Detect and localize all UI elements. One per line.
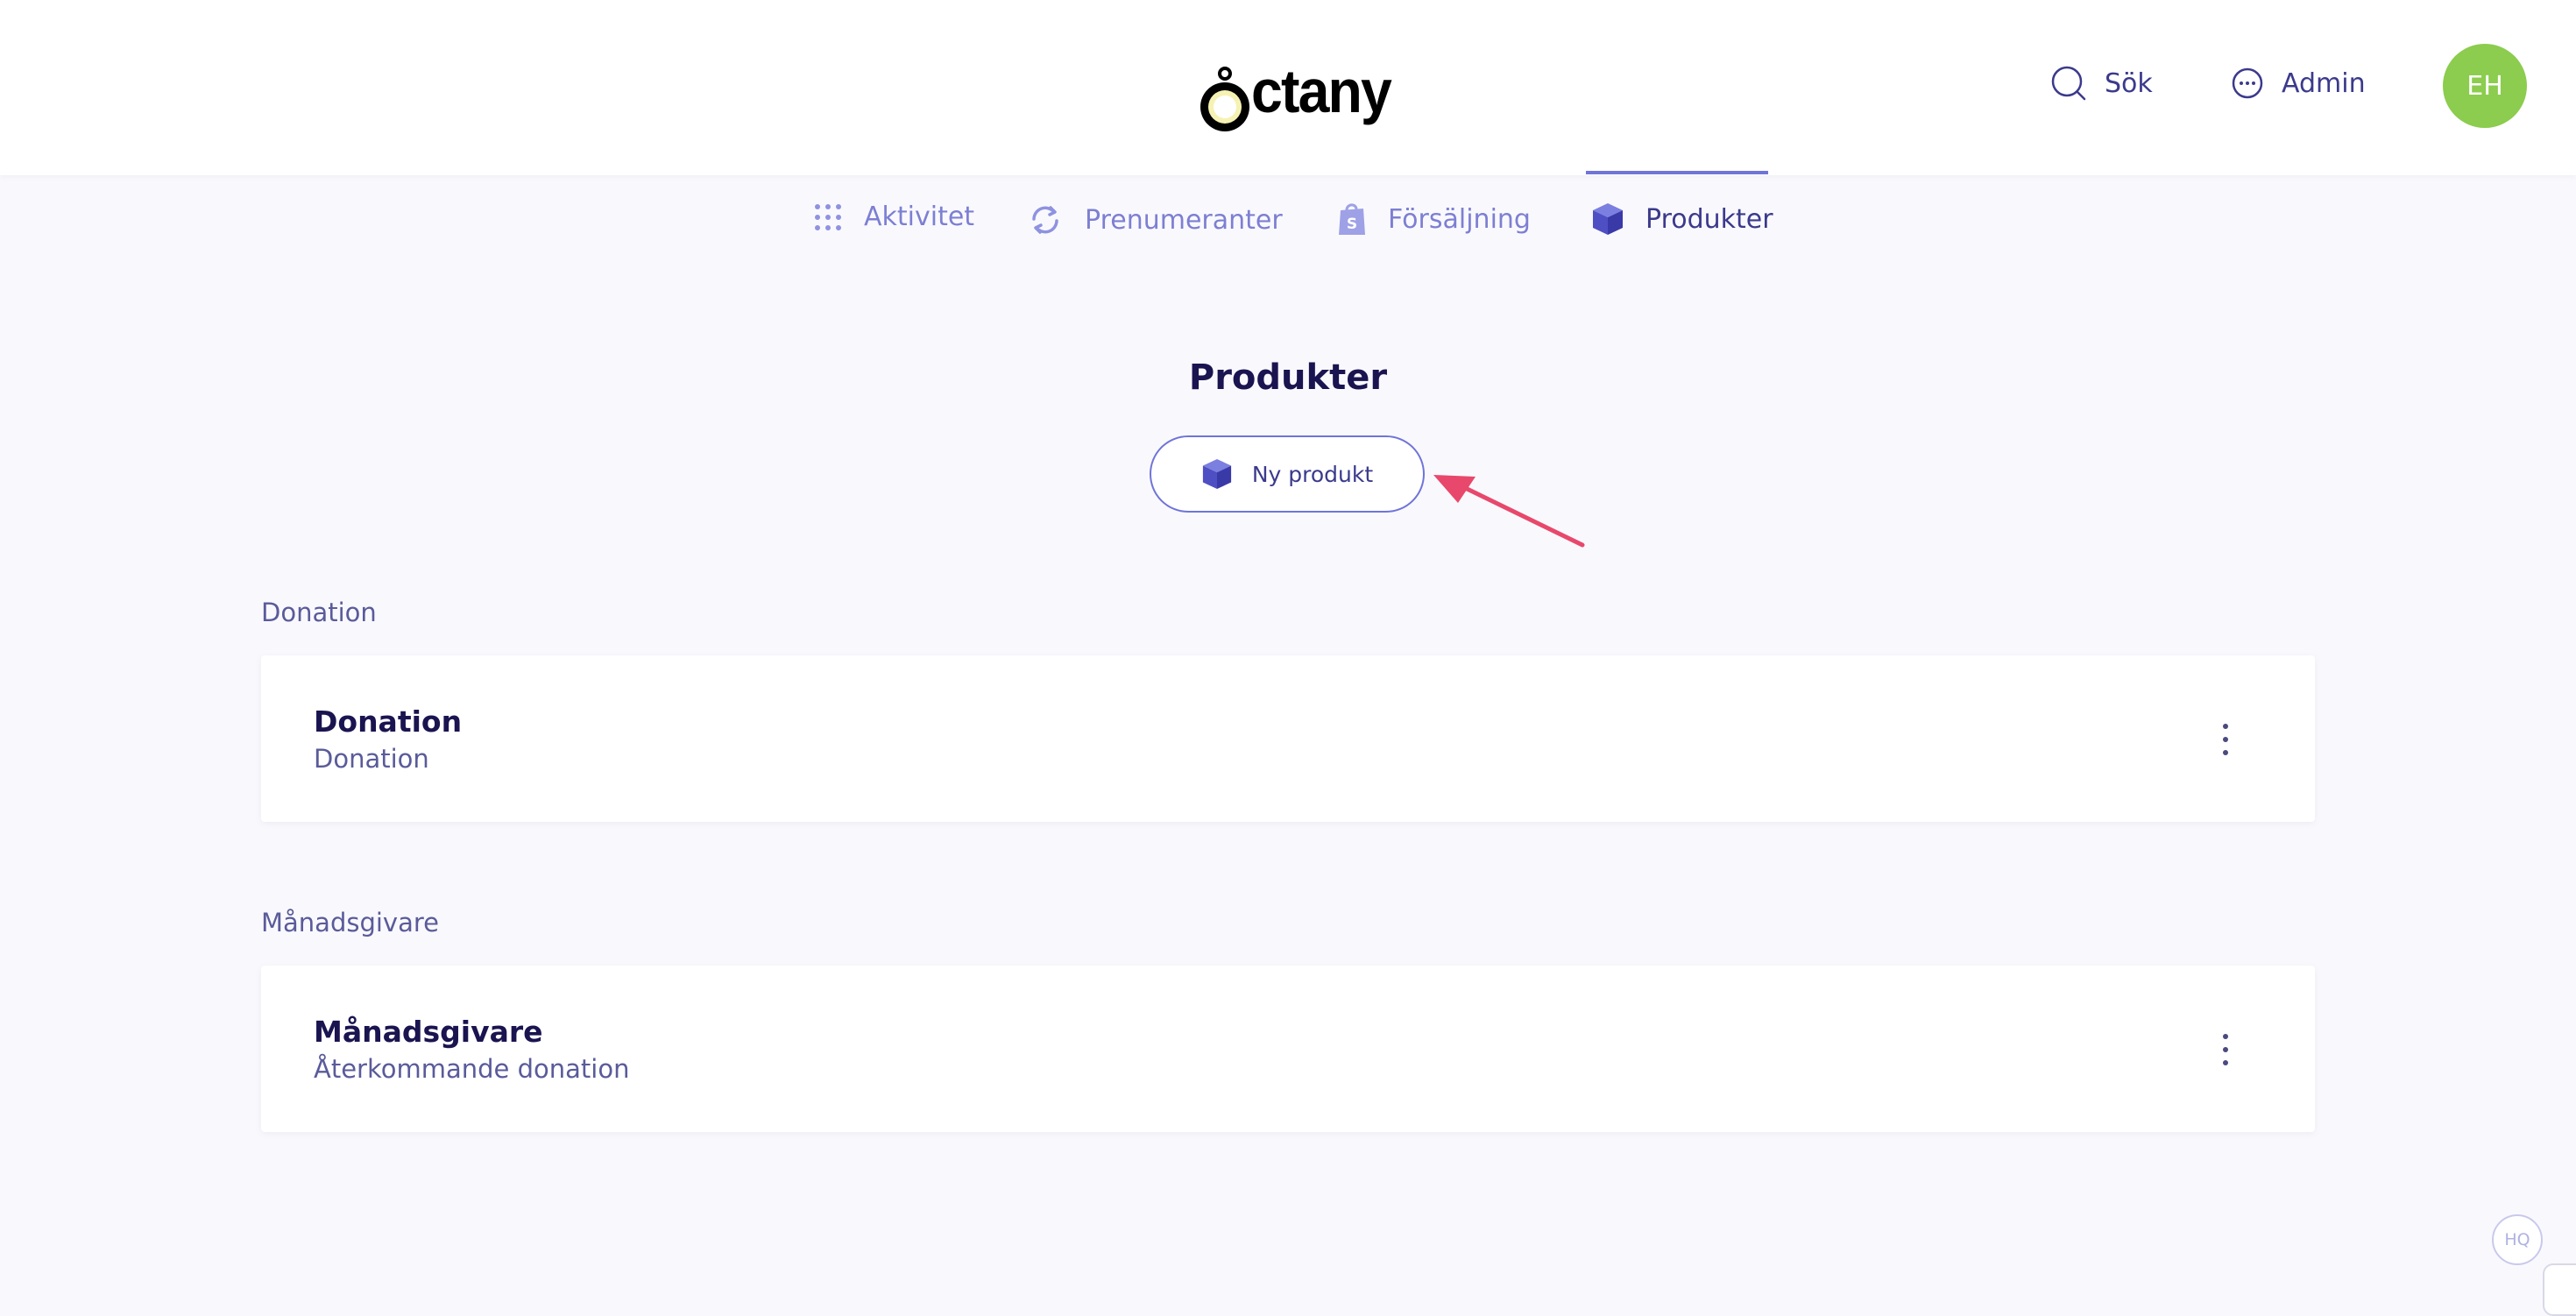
grid-dots-icon [815, 203, 841, 230]
search-icon [2051, 66, 2086, 101]
search-label: Sök [2105, 67, 2153, 99]
tab-aktivitet-label: Aktivitet [864, 202, 975, 232]
new-product-label: Ny produkt [1251, 461, 1374, 487]
tab-prenumeranter-label: Prenumeranter [1085, 204, 1283, 236]
product-card-donation[interactable]: Donation Donation [261, 655, 2315, 822]
refresh-icon [1032, 206, 1058, 234]
product-card-manadsgivare[interactable]: Månadsgivare Återkommande donation [261, 966, 2315, 1132]
active-tab-indicator [1586, 171, 1768, 174]
page-title: Produkter [1188, 357, 1388, 398]
chat-widget-corner[interactable] [2543, 1263, 2576, 1316]
search-button[interactable]: Sök [2050, 65, 2153, 102]
product-title: Månadsgivare [314, 1015, 543, 1049]
support-badge[interactable]: HQ [2492, 1214, 2543, 1265]
product-subtitle: Donation [314, 744, 429, 774]
tab-forsaljning-label: Försäljning [1388, 203, 1531, 235]
shopify-bag-icon: S [1339, 203, 1365, 235]
tab-prenumeranter[interactable]: Prenumeranter [1027, 202, 1283, 238]
tab-aktivitet[interactable]: Aktivitet [813, 202, 974, 232]
section-label-manadsgivare: Månadsgivare [261, 908, 439, 937]
kebab-menu-icon[interactable] [2222, 1034, 2229, 1065]
tab-forsaljning[interactable]: S Försäljning [1337, 202, 1531, 237]
cube-icon [1593, 203, 1623, 235]
product-title: Donation [314, 704, 463, 739]
cube-icon [1202, 458, 1231, 490]
tab-produkter-label: Produkter [1645, 203, 1773, 235]
section-label-donation: Donation [261, 598, 377, 627]
admin-menu-button[interactable]: Admin [2231, 67, 2366, 100]
svg-text:S: S [1347, 216, 1357, 233]
annotation-arrow [1433, 475, 1585, 548]
new-product-button[interactable]: Ny produkt [1150, 435, 1425, 513]
logo-text: ctany [1251, 57, 1392, 125]
octany-logo[interactable]: ctany [1197, 44, 1403, 131]
kebab-menu-icon[interactable] [2222, 724, 2229, 755]
product-subtitle: Återkommande donation [314, 1054, 630, 1084]
admin-label: Admin [2282, 67, 2366, 99]
logo-o-icon [1197, 67, 1253, 131]
tab-produkter[interactable]: Produkter [1591, 202, 1773, 237]
top-bar: ctany Sök Admin EH [0, 0, 2576, 175]
more-circle-icon [2232, 67, 2263, 99]
avatar[interactable]: EH [2443, 44, 2527, 128]
